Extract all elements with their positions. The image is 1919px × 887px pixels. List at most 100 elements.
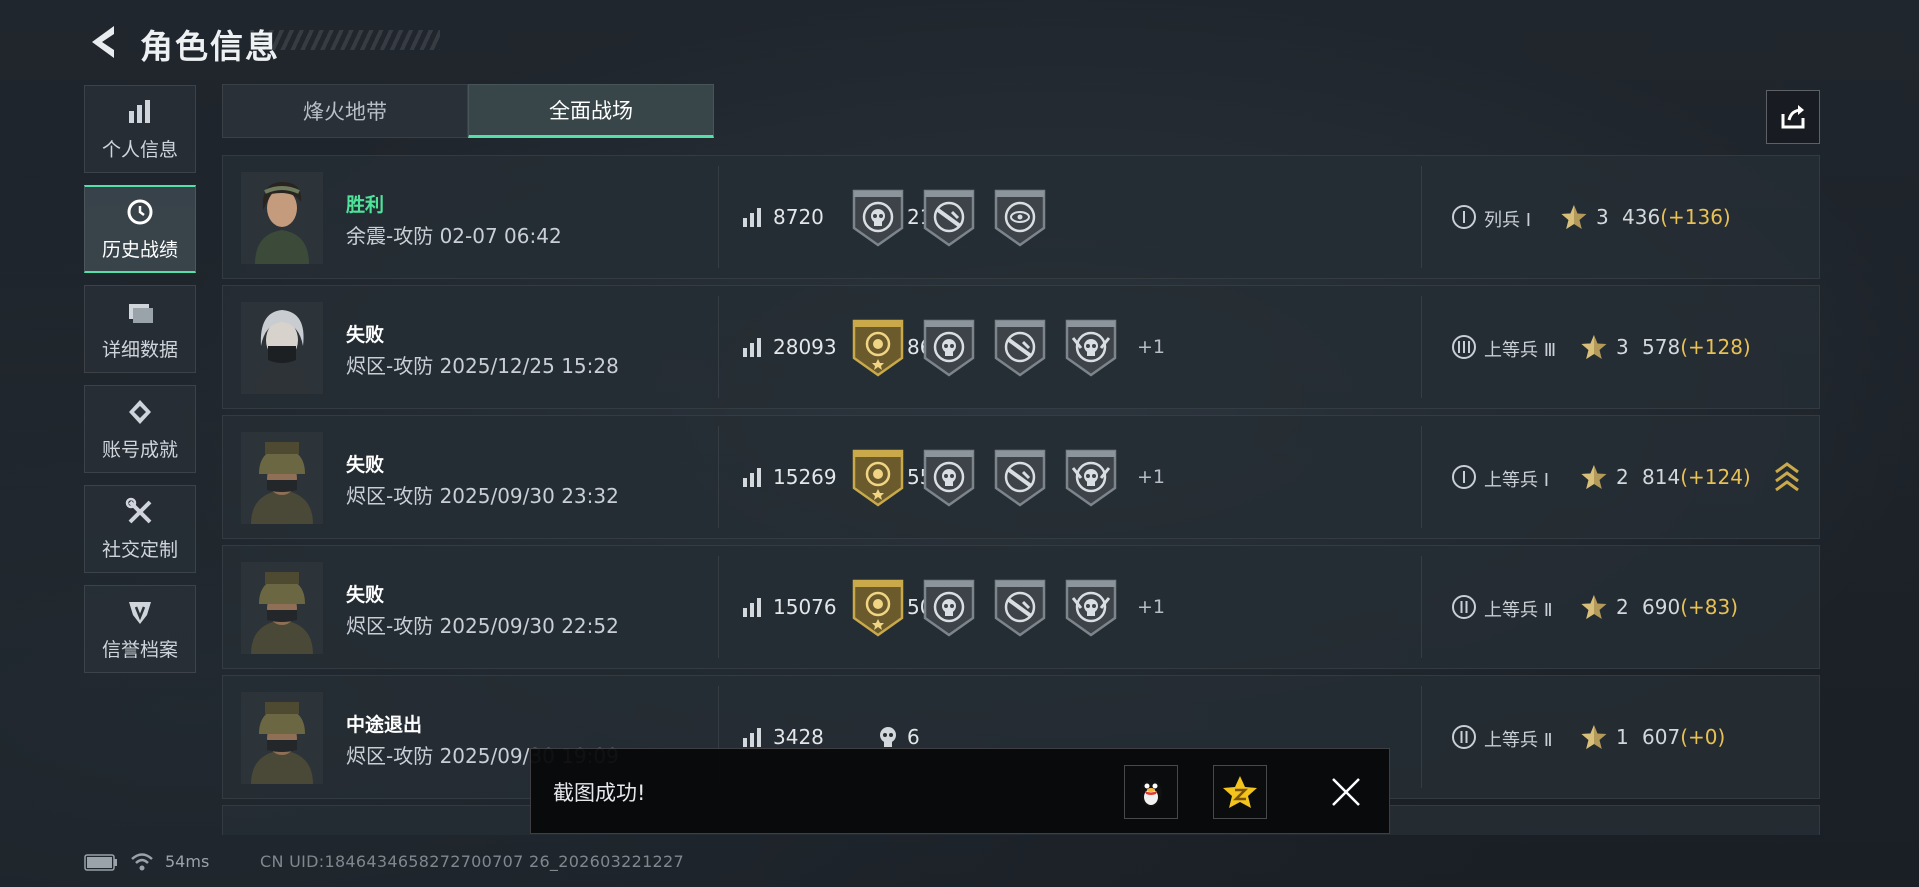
points-value: 578 [1642,335,1681,359]
match-result: 中途退出 [346,714,423,736]
divider [1421,556,1422,658]
sidebar-item-detailed-data[interactable]: 详细数据 [84,285,196,373]
sidebar-item-achievements[interactable]: 账号成就 [84,385,196,473]
match-result: 失败 [346,324,385,346]
avatar-image [241,562,323,654]
score-bar-icon [743,338,761,357]
points-value: 814 [1642,465,1681,489]
share-qq-button[interactable] [1124,765,1178,819]
sidebar-item-label: 信誉档案 [101,638,178,661]
match-mode-time: 余震-攻防 02-07 06:42 [346,224,562,248]
rifle-target-medal-icon[interactable] [993,578,1047,638]
rank-name: 上等兵 Ⅲ [1484,340,1557,361]
folder-icon [129,303,153,323]
rank-points: 578(+128) [1642,335,1751,359]
gold-rose-medal-icon[interactable] [851,448,905,508]
tab-full-battlefield[interactable]: 全面战场 [468,84,714,138]
gold-rose-medal-icon[interactable] [851,318,905,378]
rifle-target-medal-icon[interactable] [993,448,1047,508]
sidebar-item-match-history[interactable]: 历史战绩 [84,185,196,273]
share-qzone-button[interactable] [1213,765,1267,819]
share-icon [1781,105,1805,129]
avatar-image [241,432,323,524]
skull-wings-medal-icon[interactable] [1064,318,1118,378]
sidebar-item-label: 账号成就 [101,438,178,461]
rifle-target-medal-icon[interactable] [922,188,976,248]
rifle-target-medal-icon[interactable] [993,318,1047,378]
player-uid: CN UID:1846434658272700707 26_2026032212… [260,852,684,871]
kill-count: 6 [907,725,920,749]
skull-wings-medal-icon[interactable] [1064,448,1118,508]
match-history-list[interactable]: 胜利余震-攻防 02-07 06:42 8720 2 1 列兵 Ⅰ 3 436(+136) 失… [222,155,1820,835]
more-medals-count[interactable]: +1 [1137,466,1165,488]
star-icon [1581,465,1607,489]
rank-name: 上等兵 Ⅱ [1484,600,1553,621]
match-mode-time: 烬区-攻防 2025/09/30 23:32 [346,484,619,508]
points-delta: (+83) [1680,595,1738,619]
divider [1421,296,1422,398]
points-value: 607 [1642,725,1681,749]
points-delta: (+124) [1680,465,1751,489]
star-count: 3 [1616,335,1629,359]
points-value: 690 [1642,595,1681,619]
match-mode-time: 烬区-攻防 2025/12/25 15:28 [346,354,619,378]
rank-name: 上等兵 Ⅱ [1484,730,1553,751]
rank-name: 列兵 Ⅰ [1484,210,1532,231]
close-icon[interactable] [1327,773,1365,811]
match-row[interactable]: 胜利 余震-攻防 02-07 06:42 8720 21 列兵 Ⅰ 3 436(+136) [222,155,1820,279]
score-bar-icon [743,598,761,617]
qzone-star-icon [1223,776,1257,808]
rank-points: 436(+136) [1622,205,1731,229]
match-score: 8720 [773,205,824,229]
divider [718,426,719,528]
match-score: 15076 [773,595,837,619]
back-arrow-icon[interactable] [84,22,120,62]
points-value: 436 [1622,205,1661,229]
sidebar-item-social[interactable]: 社交定制 [84,485,196,573]
skull-icon [880,727,896,747]
share-button[interactable] [1766,90,1820,144]
more-medals-count[interactable]: +1 [1137,336,1165,358]
points-delta: (+0) [1680,725,1726,749]
match-mode-time: 烬区-攻防 2025/09/30 22:52 [346,614,619,638]
skull-target-medal-icon[interactable] [922,578,976,638]
skull-target-medal-icon[interactable] [851,188,905,248]
score-bar-icon [743,728,761,747]
star-count: 1 [1616,725,1629,749]
divider [718,296,719,398]
star-icon [1561,205,1587,229]
tools-icon [125,497,152,523]
match-row[interactable]: 失败 烬区-攻防 2025/12/25 15:28 28093 86 +1 上等兵 Ⅲ35… [222,285,1820,409]
rank-badge-icon [1452,205,1476,229]
star-count: 2 [1616,465,1629,489]
skull-target-medal-icon[interactable] [922,318,976,378]
divider [718,556,719,658]
sidebar-item-personal-info[interactable]: 个人信息 [84,85,196,173]
sidebar-item-credit[interactable]: 信誉档案 [84,585,196,673]
star-icon [1581,725,1607,749]
rank-badge-icon [1452,465,1476,489]
skull-target-medal-icon[interactable] [922,448,976,508]
tab-warzone[interactable]: 烽火地带 [222,84,468,138]
eye-target-medal-icon[interactable] [993,188,1047,248]
points-delta: (+128) [1680,335,1751,359]
avatar-image [241,172,323,264]
player-avatar [241,692,323,784]
rank-badge-icon [1452,595,1476,619]
sidebar-item-label: 历史战绩 [101,238,178,261]
player-avatar [241,432,323,524]
match-result: 胜利 [346,194,385,216]
match-row[interactable]: 失败 烬区-攻防 2025/09/30 23:32 15269 55 +1 上等兵 Ⅰ28… [222,415,1820,539]
achievement-icon [129,399,151,424]
sidebar-item-label: 详细数据 [101,338,178,361]
match-row[interactable]: 失败 烬区-攻防 2025/09/30 22:52 15076 50 +1 上等兵 Ⅱ26… [222,545,1820,669]
title-decoration [250,30,440,50]
skull-wings-medal-icon[interactable] [1064,578,1118,638]
avatar-image [241,692,323,784]
avatar-image [241,302,323,394]
credit-shield-icon [129,601,151,624]
gold-rose-medal-icon[interactable] [851,578,905,638]
player-avatar [241,172,323,264]
player-avatar [241,302,323,394]
more-medals-count[interactable]: +1 [1137,596,1165,618]
